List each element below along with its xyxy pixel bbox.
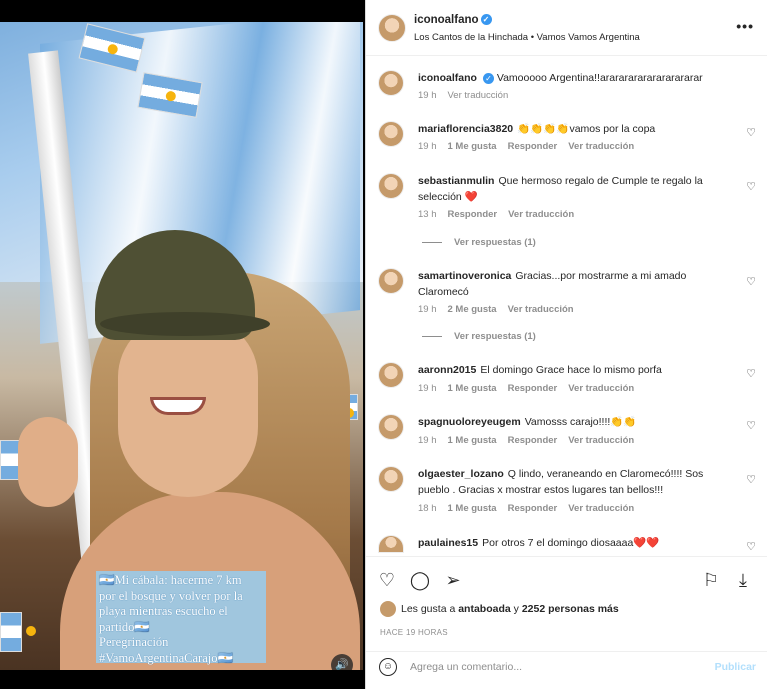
post-actions: ♡ ◯ ➢ ⚐ ⤓ Les gusta a antaboada y 2252 p… [366,556,767,676]
caption-username[interactable]: iconoalfano [418,72,477,84]
heart-icon[interactable]: ♡ [376,569,398,591]
post-media[interactable]: 🇦🇷Mi cábala: hacerme 7 km por el bosque … [0,22,363,670]
comment-username[interactable]: olgaester_lozano [418,468,504,480]
translate-link[interactable]: Ver traducción [568,435,634,446]
ellipsis-icon[interactable]: ••• [736,18,754,34]
comment-text: El domingo Grace hace lo mismo porfa [480,364,662,376]
reply-button[interactable]: Responder [508,141,558,152]
comment-likes[interactable]: 1 Me gusta [448,503,497,514]
author-avatar[interactable] [378,14,406,42]
heart-icon[interactable]: ♡ [746,540,756,553]
reply-button[interactable]: Responder [508,383,558,394]
reply-button[interactable]: Responder [508,435,558,446]
hand [18,417,78,507]
audio-track-label[interactable]: Los Cantos de la Hinchada • Vamos Vamos … [414,32,640,43]
comment-username[interactable]: aaronn2015 [418,364,476,376]
commenter-avatar[interactable] [378,268,404,294]
post-sidebar: iconoalfano ✓ Los Cantos de la Hinchada •… [365,0,767,689]
comment-likes[interactable]: 1 Me gusta [448,435,497,446]
comment-likes[interactable]: 1 Me gusta [448,141,497,152]
heart-icon[interactable]: ♡ [746,180,756,193]
heart-icon[interactable]: ♡ [746,275,756,288]
heart-icon[interactable]: ♡ [746,367,756,380]
comment-username[interactable]: spagnuoloreyeugem [418,416,521,428]
comment-username[interactable]: sebastianmulin [418,175,494,187]
comment-composer: ☺ Publicar [366,651,767,681]
caption-text: Vamooooo Argentina!!arararararararararar… [496,72,703,84]
verified-badge-icon: ✓ [482,72,494,84]
caption-time: 19 h [418,90,437,101]
comment-likes[interactable]: 2 Me gusta [448,304,497,315]
author-avatar[interactable] [378,70,404,96]
speaker-icon[interactable]: 🔊 [331,654,353,670]
comment-text: 👏👏👏👏vamos por la copa [517,123,656,135]
translate-link[interactable]: Ver traducción [568,503,634,514]
comment-username[interactable]: samartinoveronica [418,270,511,282]
post-timestamp[interactable]: HACE 19 HORAS [380,628,448,637]
translate-link[interactable]: Ver traducción [508,304,574,315]
comment-username[interactable]: paulaines15 [418,537,478,549]
bookmark-icon[interactable]: ⚐ [700,569,722,591]
comment-username[interactable]: mariaflorencia3820 [418,123,513,135]
comment-icon[interactable]: ◯ [409,569,431,591]
commenter-avatar[interactable] [378,173,404,199]
likes-count[interactable]: 2252 personas más [522,603,619,615]
commenter-avatar[interactable] [378,466,404,492]
view-replies-button[interactable]: Ver respuestas (1) [422,237,536,248]
post-header: iconoalfano ✓ Los Cantos de la Hinchada •… [366,0,767,56]
commenter-avatar[interactable] [378,362,404,388]
liker-username[interactable]: antaboada [458,603,511,615]
comment-text: Vamosss carajo!!!!👏👏 [524,416,637,428]
translate-link[interactable]: Ver traducción [568,141,634,152]
likes-summary: Les gusta a antaboada y 2252 personas má… [380,601,619,617]
commenter-avatar[interactable] [378,414,404,440]
translate-link[interactable]: Ver traducción [568,383,634,394]
emoji-picker-icon[interactable]: ☺ [379,658,397,676]
comment-input[interactable] [410,658,690,676]
publish-button[interactable]: Publicar [715,661,756,673]
story-caption-overlay: 🇦🇷Mi cábala: hacerme 7 km por el bosque … [96,571,266,665]
verified-badge-icon: ✓ [480,14,492,26]
instagram-post-window: 🇦🇷Mi cábala: hacerme 7 km por el bosque … [0,0,767,689]
comment-likes[interactable]: 1 Me gusta [448,383,497,394]
commenter-avatar[interactable] [378,535,404,553]
send-icon[interactable]: ➢ [442,569,464,591]
view-replies-button[interactable]: Ver respuestas (1) [422,331,536,342]
comment-text: Por otros 7 el domingo diosaaaa❤️❤️ [482,537,660,549]
commenter-avatar[interactable] [378,121,404,147]
download-icon[interactable]: ⤓ [732,569,754,591]
reply-button[interactable]: Responder [508,503,558,514]
heart-icon[interactable]: ♡ [746,419,756,432]
author-username[interactable]: iconoalfano [414,14,479,26]
caption-translate-link[interactable]: Ver traducción [448,90,509,101]
reply-button[interactable]: Responder [448,209,498,220]
liker-avatar [380,601,396,617]
translate-link[interactable]: Ver traducción [508,209,574,220]
heart-icon[interactable]: ♡ [746,473,756,486]
heart-icon[interactable]: ♡ [746,126,756,139]
